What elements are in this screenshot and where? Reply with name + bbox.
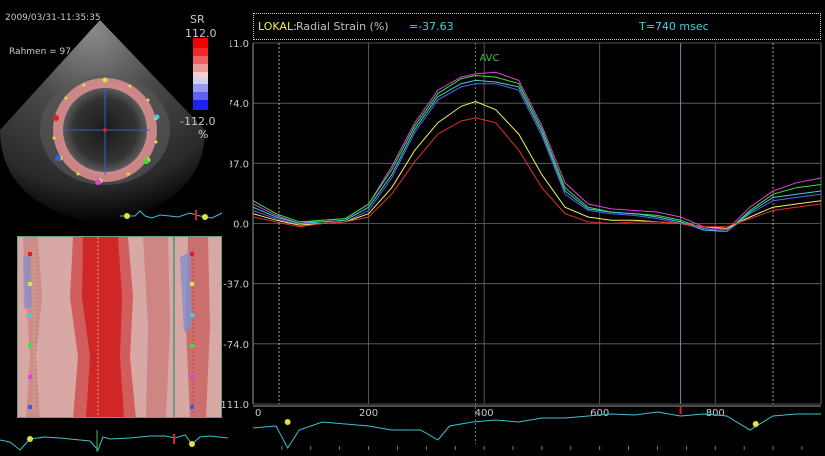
- strain-curve-2[interactable]: [252, 74, 822, 233]
- y-tick-label: 74.0: [227, 99, 249, 110]
- strain-curve-4[interactable]: [252, 83, 822, 233]
- echo-image-panel[interactable]: 2009/03/31-11:35:35 Rahmen = 97 SR 112.0…: [0, 0, 230, 232]
- ecg-marker: [752, 421, 759, 427]
- x-tick-label: 0: [255, 408, 261, 419]
- y-tick-label: -37.0: [223, 280, 249, 291]
- x-tick-label: 400: [475, 408, 494, 419]
- ecg-marker: [284, 419, 291, 425]
- strain-curves[interactable]: [252, 71, 822, 233]
- x-tick-label: 800: [706, 408, 725, 419]
- mode-label: LOKAL:: [258, 20, 297, 33]
- metric-value: =-37.63: [409, 20, 454, 33]
- scale-unit: %: [198, 128, 209, 141]
- time-readout: T=740 msec: [639, 20, 709, 33]
- parametric-mmode-panel[interactable]: [17, 236, 222, 418]
- scale-label: SR: [190, 13, 205, 26]
- measurement-header: LOKAL: Radial Strain (%) =-37.63 T=740 m…: [253, 13, 821, 40]
- y-tick-label: 0.0: [233, 220, 249, 231]
- ecg-strip-left: [0, 422, 230, 452]
- timestamp: 2009/03/31-11:35:35: [5, 13, 101, 23]
- ecg-trace: [252, 411, 821, 449]
- x-tick-label: 200: [359, 408, 378, 419]
- metric-label: Radial Strain (%): [296, 20, 389, 33]
- y-tick-label: -74.0: [223, 340, 249, 351]
- y-tick-label: 37.0: [227, 159, 249, 170]
- ecg-strip-main: [252, 405, 821, 450]
- scale-min: -112.0: [180, 115, 216, 128]
- avc-marker-label: AVC: [479, 53, 499, 64]
- strain-curve-6[interactable]: [252, 117, 822, 228]
- strain-curve-1[interactable]: [252, 71, 822, 231]
- x-tick-labels: 0 200 400 600 800: [255, 408, 725, 419]
- x-tick-label: 600: [590, 408, 609, 419]
- parametric-image: [18, 237, 221, 417]
- colorbar: [193, 38, 208, 110]
- frame-label: Rahmen = 97: [9, 47, 71, 57]
